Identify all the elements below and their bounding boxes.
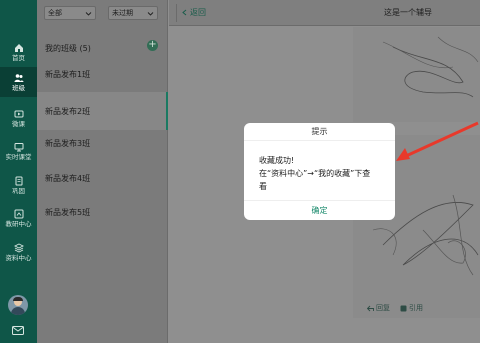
class-item-label: 新品发布1班	[45, 69, 91, 79]
class-item[interactable]: 新品发布5班	[37, 193, 168, 231]
add-class-button[interactable]: +	[147, 40, 158, 51]
nav-item-label: 微课	[12, 119, 25, 128]
chevron-down-icon	[147, 12, 154, 16]
class-item-label: 新品发布2班	[45, 106, 91, 116]
my-classes-title: 我的班级 (5)	[45, 44, 91, 53]
avatar[interactable]	[8, 295, 28, 315]
home-icon	[14, 43, 23, 52]
success-dialog: 提示 收藏成功! 在“资料中心”→“我的收藏”下查 看 确定	[244, 123, 395, 220]
reply-label: 回复	[376, 304, 390, 312]
nav-item-consolidate[interactable]: 巩固	[0, 170, 37, 200]
nav-item-microlesson[interactable]: 微课	[0, 103, 37, 133]
class-item[interactable]: 新品发布4班	[37, 159, 168, 197]
annotation-arrow-icon	[396, 121, 479, 161]
video-icon	[14, 110, 23, 117]
nav-item-research-center[interactable]: 教研中心	[0, 203, 37, 233]
status-filter-value: 未过期	[112, 9, 133, 17]
scope-filter-value: 全部	[48, 9, 62, 17]
document-icon	[15, 176, 22, 185]
status-filter-select[interactable]: 未过期	[108, 6, 158, 20]
handwriting-image	[382, 36, 479, 98]
quote-label: 引用	[409, 304, 423, 312]
reply-button[interactable]: 回复	[367, 303, 390, 313]
nav-item-live-class[interactable]: 实时课堂	[0, 136, 37, 166]
nav-item-label: 实时课堂	[5, 152, 32, 161]
dialog-message-line: 看	[259, 182, 267, 191]
nav-item-label: 首页	[12, 53, 25, 62]
dialog-message-line: 收藏成功!	[259, 156, 295, 165]
dialog-message: 收藏成功! 在“资料中心”→“我的收藏”下查 看	[259, 154, 389, 193]
class-item[interactable]: 新品发布3班	[37, 124, 168, 162]
nav-item-class[interactable]: 班级	[0, 67, 37, 97]
back-label: 返回	[190, 8, 206, 17]
layers-icon	[13, 242, 24, 253]
content-header	[169, 0, 480, 26]
quote-icon	[400, 305, 407, 311]
nav-item-label: 巩固	[12, 186, 25, 195]
back-button[interactable]: 返回	[181, 7, 206, 18]
page-title: 这是一个辅导	[384, 8, 432, 17]
dialog-message-line: 在“资料中心”→“我的收藏”下查	[259, 169, 371, 178]
dialog-title: 提示	[244, 123, 395, 141]
header-divider	[176, 4, 177, 22]
post-actions: 回复 引用	[367, 303, 433, 313]
nav-item-home[interactable]: 首页	[0, 37, 37, 67]
nav-item-label: 班级	[12, 83, 25, 92]
class-item-label: 新品发布3班	[45, 138, 91, 148]
class-item-label: 新品发布5班	[45, 207, 91, 217]
nav-item-label: 资料中心	[5, 253, 32, 262]
chevron-left-icon	[182, 9, 187, 16]
class-item[interactable]: 新品发布1班	[37, 55, 168, 93]
chevron-down-icon	[85, 12, 92, 16]
users-icon	[14, 73, 23, 82]
research-icon	[14, 209, 23, 218]
live-class-icon	[14, 142, 23, 151]
confirm-button[interactable]: 确定	[244, 201, 395, 220]
reply-icon	[367, 305, 374, 311]
nav-item-label: 教研中心	[5, 219, 32, 228]
quote-button[interactable]: 引用	[400, 303, 423, 313]
post-card	[353, 27, 480, 122]
scope-filter-select[interactable]: 全部	[44, 6, 96, 20]
class-item-label: 新品发布4班	[45, 173, 91, 183]
mail-icon[interactable]	[12, 326, 24, 335]
nav-item-resource-center[interactable]: 资料中心	[0, 237, 37, 267]
nav-rail: 首页 班级 微课 实时课堂 巩固 教研中心 资料中心	[0, 0, 37, 343]
